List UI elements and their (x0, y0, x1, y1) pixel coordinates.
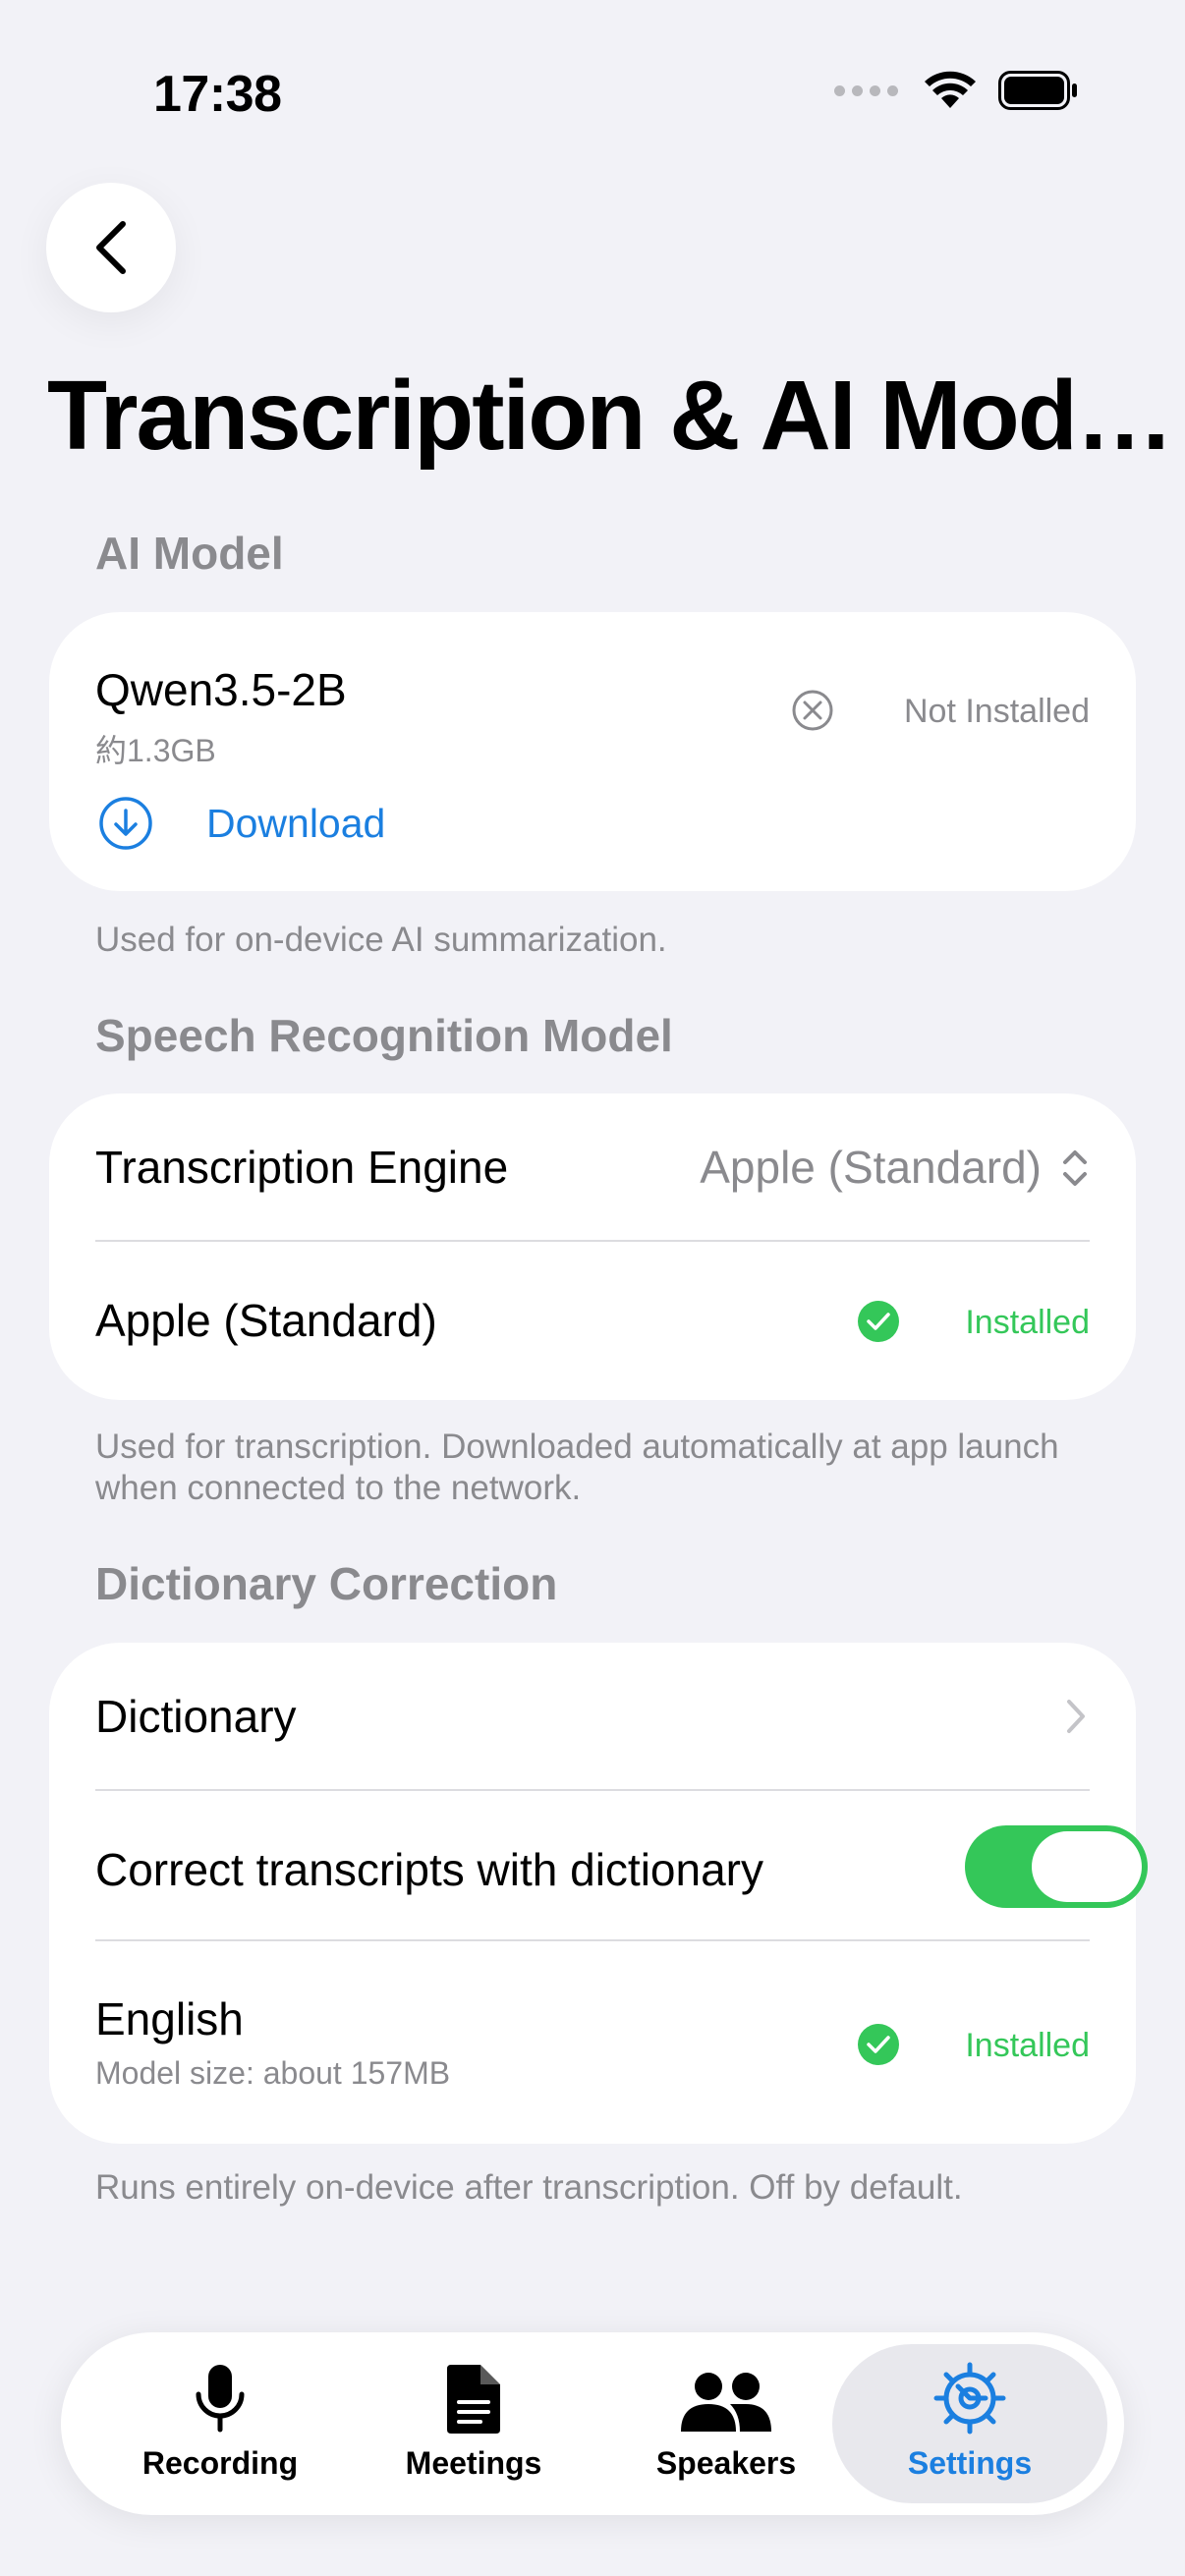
speech-footnote: Used for transcription. Downloaded autom… (95, 1428, 1059, 1507)
model-size: 約1.3GB (95, 733, 216, 768)
tab-label: Meetings (405, 2445, 542, 2481)
engine-value: Apple (Standard) (700, 1142, 1042, 1193)
chevron-left-icon (96, 221, 126, 274)
tab-speakers[interactable]: Speakers (589, 2344, 864, 2503)
speech-model-label: Apple (Standard) (95, 1295, 437, 1346)
download-icon (99, 797, 152, 850)
settings-screen: 17:38 Transcription & AI Mod… AI Model Q… (0, 0, 1185, 2576)
speech-model-status: Installed (965, 1304, 1090, 1341)
language-status: Installed (965, 2027, 1090, 2064)
correct-transcripts-label: Correct transcripts with dictionary (95, 1844, 763, 1895)
language-label: English (95, 1993, 244, 2044)
document-icon (447, 2365, 500, 2434)
status-time: 17:38 (153, 66, 282, 123)
ai-model-card: Qwen3.5-2B 約1.3GB Not Installed Download (49, 612, 1136, 891)
toggle-knob (1032, 1831, 1142, 1902)
model-name: Qwen3.5-2B (95, 664, 347, 715)
tab-label: Settings (907, 2445, 1033, 2481)
chevron-right-icon (1067, 1700, 1085, 1733)
section-header-ai-model: AI Model (95, 528, 284, 579)
dictionary-row[interactable]: Dictionary (49, 1643, 1136, 1790)
wifi-icon (925, 71, 976, 108)
divider (95, 1240, 1090, 1242)
chevron-up-down-icon (1063, 1150, 1087, 1186)
dictionary-footnote: Runs entirely on-device after transcript… (95, 2168, 963, 2207)
ai-model-footnote: Used for on-device AI summarization. (95, 921, 667, 959)
check-circle-icon (858, 2024, 899, 2065)
correct-transcripts-toggle[interactable] (965, 1825, 1148, 1908)
page-title: Transcription & AI Mod… (47, 361, 1167, 471)
signal-icon (834, 84, 898, 96)
not-installed-icon (792, 690, 833, 731)
divider (95, 1789, 1090, 1791)
dictionary-card: Dictionary Correct transcripts with dict… (49, 1643, 1148, 2144)
tab-settings[interactable]: Settings (832, 2344, 1107, 2503)
section-header-dictionary: Dictionary Correction (95, 1558, 558, 1609)
engine-label: Transcription Engine (95, 1142, 509, 1193)
divider (95, 1939, 1090, 1941)
check-circle-icon (858, 1301, 899, 1342)
mic-icon (196, 2365, 245, 2433)
model-status: Not Installed (904, 693, 1090, 730)
tab-recording[interactable]: Recording (83, 2344, 358, 2503)
language-size: Model size: about 157MB (95, 2055, 451, 2091)
download-button[interactable]: Download (98, 789, 385, 858)
tab-label: Speakers (655, 2445, 797, 2481)
download-label: Download (206, 800, 386, 846)
status-icons (834, 71, 1079, 110)
battery-icon (998, 71, 1077, 110)
tab-bar: Recording Meetings Speakers Settings (61, 2332, 1124, 2515)
gear-icon (933, 2362, 1006, 2435)
people-icon (681, 2373, 771, 2432)
dictionary-label: Dictionary (95, 1691, 297, 1742)
transcription-engine-row[interactable]: Transcription Engine Apple (Standard) (49, 1093, 1136, 1241)
tab-label: Recording (141, 2445, 299, 2481)
section-header-speech: Speech Recognition Model (95, 1010, 673, 1061)
back-button[interactable] (46, 183, 176, 312)
speech-card: Transcription Engine Apple (Standard) Ap… (49, 1093, 1136, 1400)
tab-meetings[interactable]: Meetings (336, 2344, 611, 2503)
